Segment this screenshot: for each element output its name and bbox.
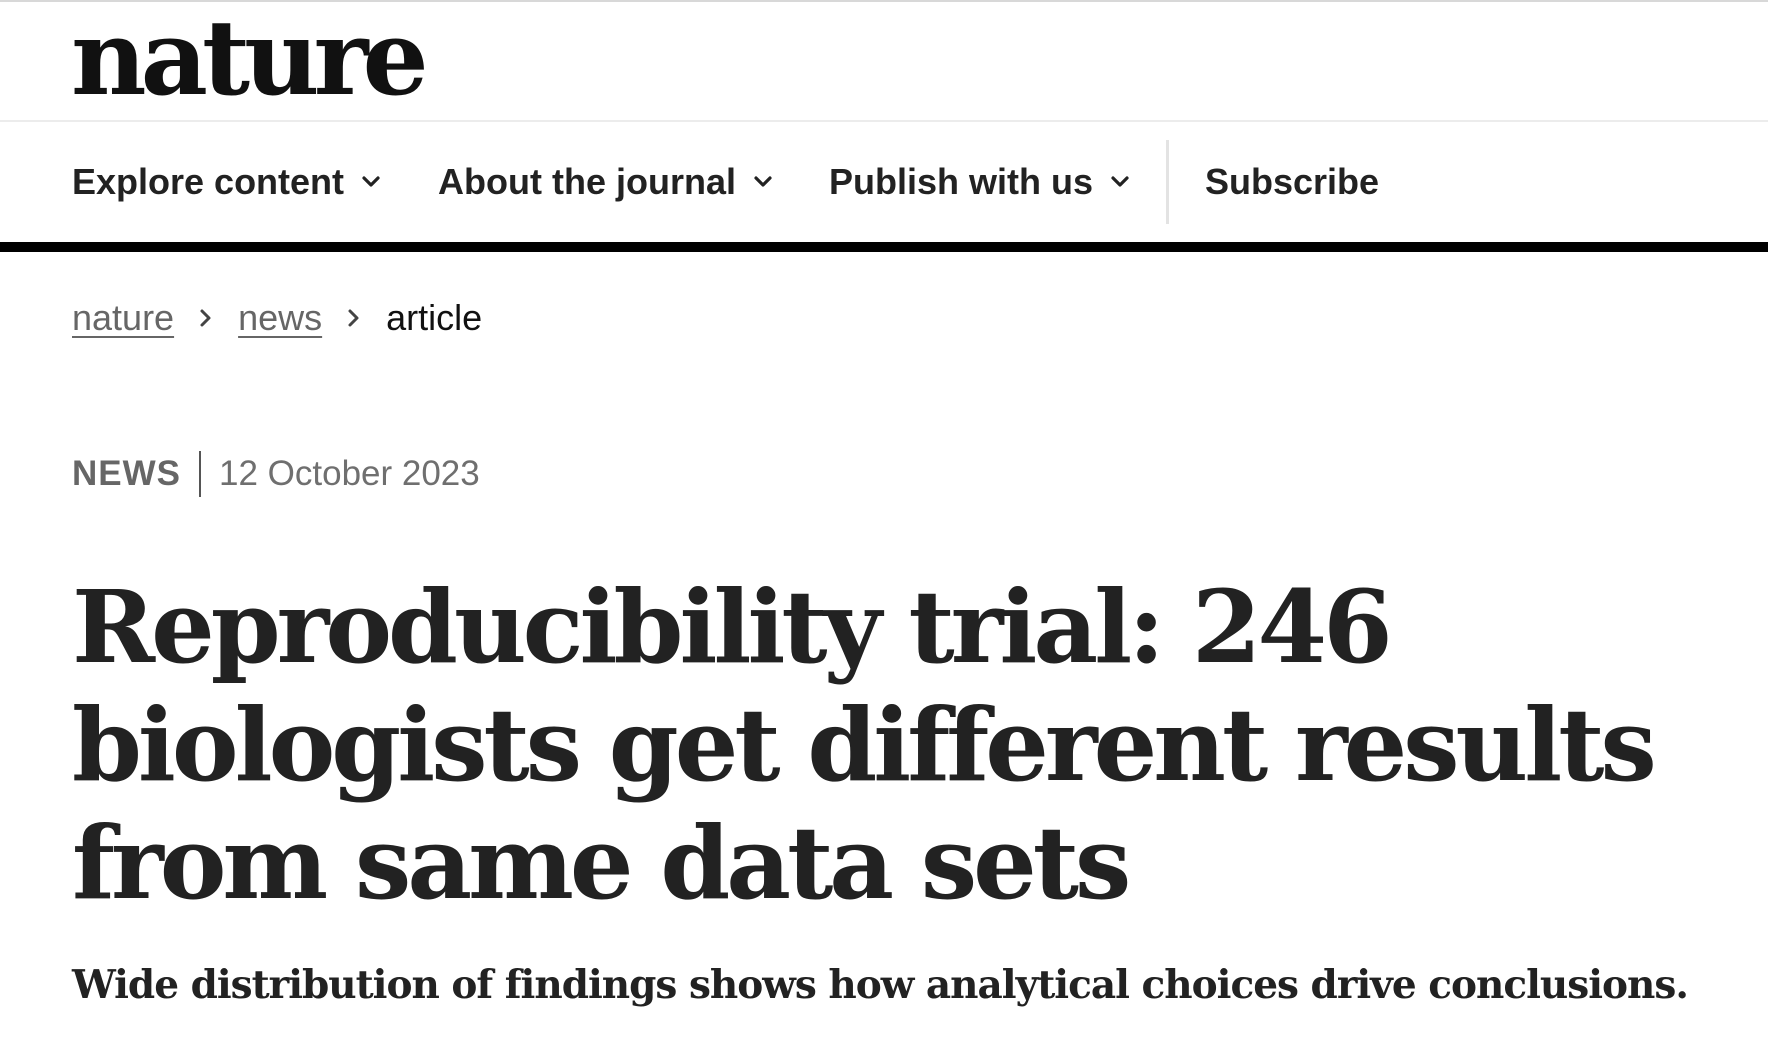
article-date: 12 October 2023 (219, 454, 480, 493)
nav-subscribe[interactable]: Subscribe (1205, 122, 1379, 242)
nav-divider (1166, 140, 1169, 224)
nav-subscribe-label: Subscribe (1205, 161, 1380, 202)
nav-explore-content[interactable]: Explore content (72, 122, 382, 242)
nature-logo[interactable]: nature (71, 6, 429, 110)
breadcrumb-current: article (386, 297, 483, 338)
nav-publish-with-us[interactable]: Publish with us (829, 122, 1131, 242)
article-standfirst: Wide distribution of findings shows how … (72, 962, 1689, 1008)
site-header: nature (0, 2, 1768, 122)
breadcrumb-link-news[interactable]: news (238, 297, 322, 339)
chevron-down-icon (754, 176, 772, 187)
breadcrumb: nature news article (72, 290, 482, 346)
breadcrumb-link-nature[interactable]: nature (72, 297, 174, 339)
article-type: NEWS (72, 454, 181, 493)
article-meta: NEWS 12 October 2023 (72, 448, 480, 500)
nav-about-the-journal-label: About the journal (438, 161, 736, 202)
main-navigation: Explore content About the journal Publis… (0, 122, 1768, 242)
nav-bottom-rule (0, 242, 1768, 252)
chevron-down-icon (1111, 176, 1129, 187)
nav-explore-content-label: Explore content (72, 161, 345, 202)
page: nature Explore content About the journal… (0, 0, 1768, 1058)
chevron-right-icon (348, 309, 359, 327)
nav-publish-with-us-label: Publish with us (829, 161, 1094, 202)
chevron-down-icon (362, 176, 380, 187)
nav-about-the-journal[interactable]: About the journal (438, 122, 774, 242)
chevron-right-icon (200, 309, 211, 327)
article-title: Reproducibility trial: 246 biologists ge… (72, 568, 1657, 922)
meta-divider (199, 451, 201, 497)
